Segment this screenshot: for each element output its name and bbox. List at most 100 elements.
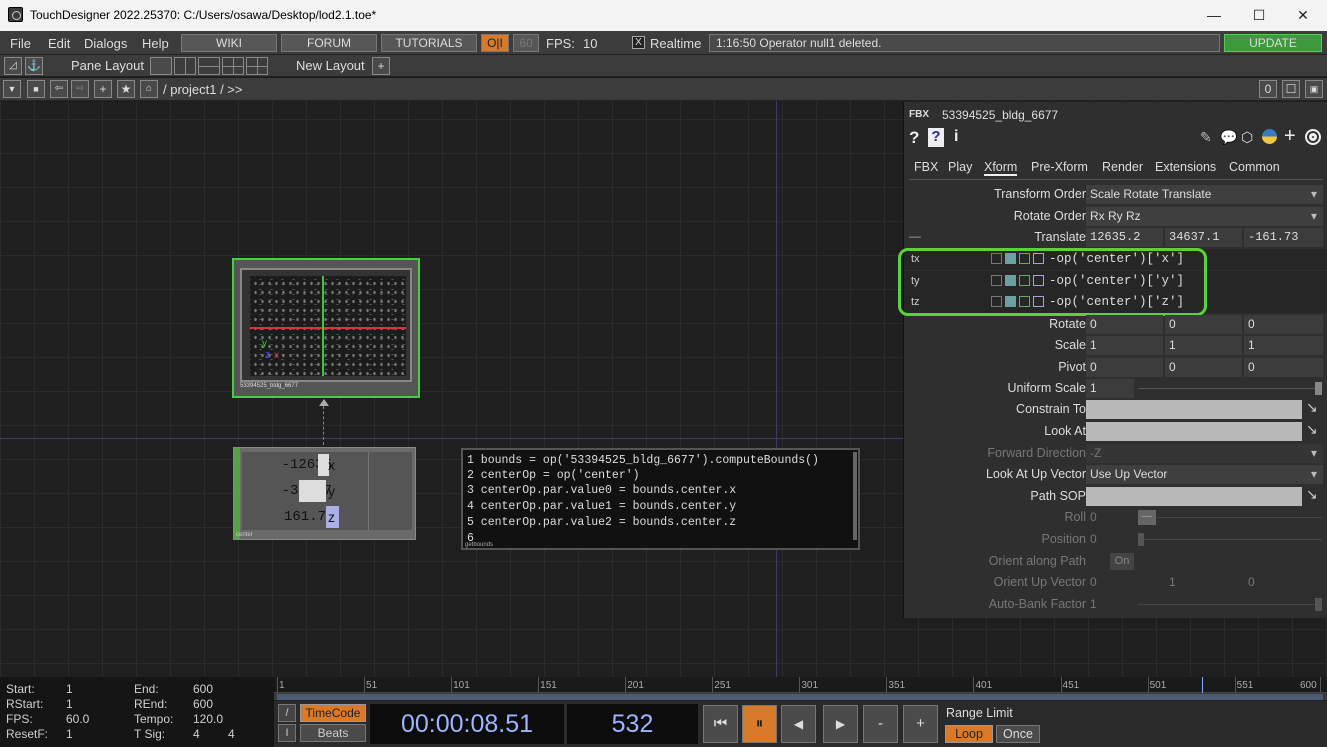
transform-order-dropdown[interactable]: Scale Rotate Translate [1086,185,1323,204]
rotate-order-dropdown[interactable]: Rx Ry Rz [1086,207,1323,226]
tab-xform[interactable]: Xform [984,160,1018,176]
end-value[interactable]: 600 [193,682,213,696]
menu-edit[interactable]: Edit [48,36,70,51]
tempo-value[interactable]: 120.0 [193,712,223,726]
comment-icon[interactable]: 💬 [1220,129,1237,146]
layout-3-icon[interactable] [198,57,220,75]
pivot-y-field[interactable]: 0 [1165,358,1242,377]
resetf-value[interactable]: 1 [66,727,73,741]
tsig-value-1[interactable]: 4 [193,727,200,741]
orient-up-z-field[interactable]: 0 [1244,573,1323,592]
info-icon[interactable]: i [954,128,958,146]
close-button[interactable]: ✕ [1280,4,1326,26]
timeline-bar-button[interactable]: I [278,724,296,742]
playhead[interactable] [1201,677,1203,693]
time-display[interactable]: 00:00:08.51 [370,704,564,744]
look-at-up-dropdown[interactable]: Use Up Vector [1086,465,1323,484]
position-slider[interactable] [1138,539,1322,540]
orient-path-toggle[interactable]: On [1110,553,1134,570]
oi-toggle[interactable]: O|I [481,34,509,52]
position-field[interactable]: 0 [1086,530,1134,549]
pencil-icon[interactable]: ✎ [1200,129,1212,146]
collapse-translate-icon[interactable]: — [909,229,921,243]
pivot-z-field[interactable]: 0 [1244,358,1323,377]
sixty-toggle[interactable]: 60 [513,34,539,52]
constrain-to-picker-icon[interactable]: ↘ [1306,399,1318,416]
translate-z-field[interactable]: -161.73 [1244,228,1323,247]
rend-value[interactable]: 600 [193,697,213,711]
add-operator-icon[interactable]: + [94,80,112,98]
roll-slider-handle[interactable]: — [1138,510,1156,525]
auto-bank-slider-handle[interactable] [1315,598,1322,611]
layout-2-icon[interactable] [174,57,196,75]
beats-toggle[interactable]: Beats [300,724,366,742]
timecode-toggle[interactable]: TimeCode [300,704,366,722]
tutorials-button[interactable]: TUTORIALS [381,34,477,52]
once-toggle[interactable]: Once [996,725,1040,743]
tsig-value-2[interactable]: 4 [228,727,235,741]
roll-slider[interactable] [1138,517,1322,518]
uniform-scale-slider[interactable] [1138,388,1322,389]
tab-play[interactable]: Play [948,160,972,174]
fbx-node[interactable]: y x z 53394525_bldg_6677 [232,258,420,398]
start-value[interactable]: 1 [66,682,73,696]
python-icon[interactable] [1262,129,1277,144]
home-icon[interactable]: ⌂ [140,80,158,98]
tab-extensions[interactable]: Extensions [1155,160,1216,174]
pause-button[interactable]: ⏸ [742,705,777,743]
wiki-button[interactable]: WIKI [181,34,277,52]
path-sop-picker-icon[interactable]: ↘ [1306,486,1318,503]
constrain-to-field[interactable] [1086,400,1302,419]
center-node[interactable]: -12635 x -34637 y 161.7 z center [233,447,416,540]
add-layout-button[interactable]: + [372,57,390,75]
script-dat[interactable]: 1 bounds = op('53394525_bldg_6677').comp… [461,448,860,550]
menu-help[interactable]: Help [142,36,169,51]
tab-common[interactable]: Common [1229,160,1280,174]
rotate-z-field[interactable]: 0 [1244,315,1323,334]
uniform-scale-field[interactable]: 1 [1086,379,1134,398]
tab-pre-xform[interactable]: Pre-Xform [1031,160,1088,174]
rotate-y-field[interactable]: 0 [1165,315,1242,334]
range-slider[interactable] [274,693,1327,701]
timeline-ruler[interactable]: 1 51 101 151 201 251 301 351 401 451 501 551 600 [274,677,1327,693]
tag-icon[interactable]: ⬡ [1241,129,1253,146]
rotate-x-field[interactable]: 0 [1086,315,1163,334]
layout-1-icon[interactable] [150,57,172,75]
rstart-value[interactable]: 1 [66,697,73,711]
decrement-button[interactable]: - [863,705,898,743]
frame-display[interactable]: 532 [567,704,698,744]
network-path[interactable]: / project1 / >> [163,82,243,97]
pane-menu-icon[interactable]: ▼ [3,80,21,98]
increment-button[interactable]: + [903,705,938,743]
forward-icon[interactable]: ⇨ [71,80,89,98]
tab-render[interactable]: Render [1102,160,1143,174]
op-name[interactable]: 53394525_bldg_6677 [942,108,1058,122]
auto-bank-field[interactable]: 1 [1086,595,1134,614]
step-back-button[interactable]: ◀ [781,705,816,743]
back-icon[interactable]: ⇦ [50,80,68,98]
python-help-icon[interactable]: ? [928,128,944,147]
scale-x-field[interactable]: 1 [1086,336,1163,355]
help-icon[interactable]: ? [909,128,919,148]
layout-5-icon[interactable] [246,57,268,75]
add-parameter-icon[interactable]: + [1284,125,1296,148]
uniform-scale-slider-handle[interactable] [1315,382,1322,395]
look-at-field[interactable] [1086,422,1302,441]
update-button[interactable]: UPDATE [1224,34,1322,52]
maximize-pane-icon[interactable]: ☐ [1282,80,1300,98]
orient-up-x-field[interactable]: 0 [1086,573,1163,592]
realtime-checkbox[interactable]: X [632,36,645,49]
maximize-button[interactable]: ☐ [1236,4,1282,26]
path-sop-field[interactable] [1086,487,1302,506]
translate-x-field[interactable]: 12635.2 [1086,228,1163,247]
network-view-icon[interactable]: ◿ [4,57,22,75]
menu-dialogs[interactable]: Dialogs [84,36,127,51]
auto-bank-slider[interactable] [1138,604,1322,605]
tab-fbx[interactable]: FBX [914,160,938,174]
orient-up-y-field[interactable]: 1 [1165,573,1242,592]
roll-field[interactable]: 0 [1086,508,1134,527]
forum-button[interactable]: FORUM [281,34,377,52]
go-to-start-button[interactable]: ⏮ [703,705,738,743]
layout-4-icon[interactable] [222,57,244,75]
menu-file[interactable]: File [10,36,31,51]
